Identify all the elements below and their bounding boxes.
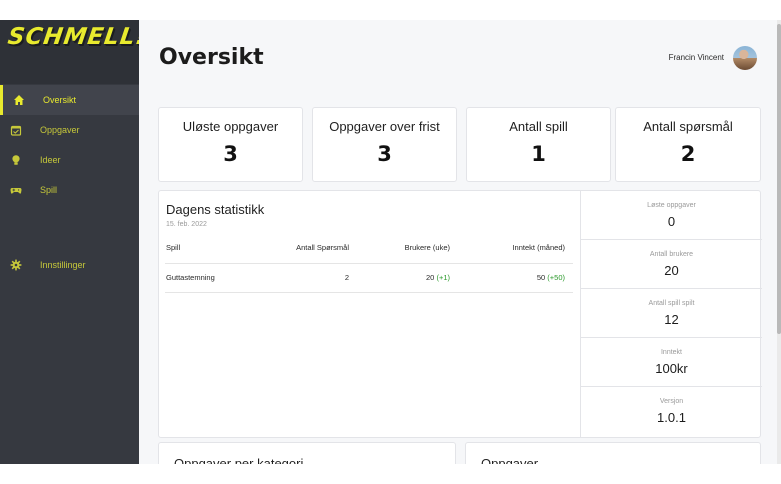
page-title: Oversikt xyxy=(159,45,264,70)
column-header-spill: Spill xyxy=(166,243,181,252)
sidebar-item-spill[interactable]: Spill xyxy=(0,175,139,205)
stat-label: Antall spørsmål xyxy=(643,119,733,134)
user-name[interactable]: Francin Vincent xyxy=(669,53,724,62)
side-stats-panel: Løste oppgaver 0 Antall brukere 20 Antal… xyxy=(580,191,762,438)
sidebar-item-ideer[interactable]: Ideer xyxy=(0,145,139,175)
side-stat-solved: Løste oppgaver 0 xyxy=(581,191,762,240)
stat-card-overdue: Oppgaver over frist 3 xyxy=(312,107,457,182)
stat-value: 3 xyxy=(377,142,392,166)
sidebar-item-innstillinger[interactable]: Innstillinger xyxy=(0,250,139,280)
main-content: Oversikt Francin Vincent Uløste oppgaver… xyxy=(139,20,777,464)
side-stat-label: Løste oppgaver xyxy=(647,202,696,209)
cell-inntekt: 50 (+50) xyxy=(475,273,565,282)
column-header-antall: Antall Spørsmål xyxy=(296,243,349,252)
calendar-check-icon xyxy=(10,125,22,136)
table-divider xyxy=(165,292,573,293)
sidebar-item-oversikt[interactable]: Oversikt xyxy=(0,85,139,115)
cell-antall: 2 xyxy=(344,273,349,282)
cell-brukere-value: 20 xyxy=(426,273,435,282)
stat-value: 3 xyxy=(223,142,238,166)
table-divider xyxy=(165,263,573,264)
sidebar-item-label: Innstillinger xyxy=(40,260,86,270)
side-stat-value: 20 xyxy=(664,263,679,278)
tasks-title: Oppgaver xyxy=(481,456,539,464)
sidebar-item-oppgaver[interactable]: Oppgaver xyxy=(0,115,139,145)
stat-card-questions: Antall spørsmål 2 xyxy=(615,107,761,182)
cell-inntekt-delta: (+50) xyxy=(547,273,565,282)
cell-brukere: 20 (+1) xyxy=(379,273,450,282)
side-stat-income: Inntekt 100kr xyxy=(581,338,762,387)
scrollbar-thumb[interactable] xyxy=(777,24,781,334)
sidebar-item-label: Oppgaver xyxy=(40,125,80,135)
side-stat-value: 12 xyxy=(664,312,679,327)
side-stat-value: 0 xyxy=(667,214,676,229)
logo-area: SCHMELL! xyxy=(0,20,149,84)
side-stat-users: Antall brukere 20 xyxy=(581,240,762,289)
column-header-brukere: Brukere (uke) xyxy=(404,243,450,252)
logo[interactable]: SCHMELL! xyxy=(6,24,149,50)
sidebar-item-label: Oversikt xyxy=(43,95,77,105)
side-stat-value: 1.0.1 xyxy=(657,410,686,425)
gamepad-icon xyxy=(10,188,22,194)
side-stat-version: Versjon 1.0.1 xyxy=(581,387,762,436)
cell-inntekt-value: 50 xyxy=(536,273,546,282)
app-frame: SCHMELL! Oversikt Oppgaver Ideer Spill I… xyxy=(0,20,781,464)
daily-stats-title: Dagens statistikk xyxy=(166,202,265,217)
sidebar-item-label: Ideer xyxy=(40,155,61,165)
daily-stats-date: 15. feb. 2022 xyxy=(166,221,207,228)
daily-stats-card: Dagens statistikk 15. feb. 2022 Spill An… xyxy=(158,190,762,438)
stat-label: Oppgaver over frist xyxy=(329,119,440,134)
home-icon xyxy=(14,95,24,105)
sidebar: SCHMELL! Oversikt Oppgaver Ideer Spill I… xyxy=(0,20,149,464)
stat-value: 2 xyxy=(680,142,696,166)
stat-card-unsolved: Uløste oppgaver 3 xyxy=(158,107,303,182)
stat-value: 1 xyxy=(531,142,546,166)
cell-spill: Guttastemning xyxy=(166,273,215,282)
avatar[interactable] xyxy=(733,46,757,70)
tasks-per-category-title: Oppgaver per kategori xyxy=(174,456,304,464)
side-stat-label: Antall spill spilt xyxy=(648,300,695,307)
tasks-card: Oppgaver xyxy=(465,442,761,464)
stat-card-games: Antall spill 1 xyxy=(466,107,611,182)
side-stat-label: Versjon xyxy=(659,398,684,405)
sidebar-item-label: Spill xyxy=(40,185,58,195)
side-stat-label: Inntekt xyxy=(660,349,682,356)
stat-label: Antall spill xyxy=(509,119,568,134)
tasks-per-category-card: Oppgaver per kategori xyxy=(158,442,456,464)
lightbulb-icon xyxy=(12,155,20,165)
side-stat-label: Antall brukere xyxy=(649,251,694,258)
side-stat-value: 100kr xyxy=(655,361,688,376)
column-header-inntekt: Inntekt (måned) xyxy=(512,243,565,252)
side-stat-games-played: Antall spill spilt 12 xyxy=(581,289,762,338)
cell-brukere-delta: (+1) xyxy=(436,273,450,282)
gear-icon xyxy=(10,259,22,271)
stat-label: Uløste oppgaver xyxy=(182,119,279,134)
